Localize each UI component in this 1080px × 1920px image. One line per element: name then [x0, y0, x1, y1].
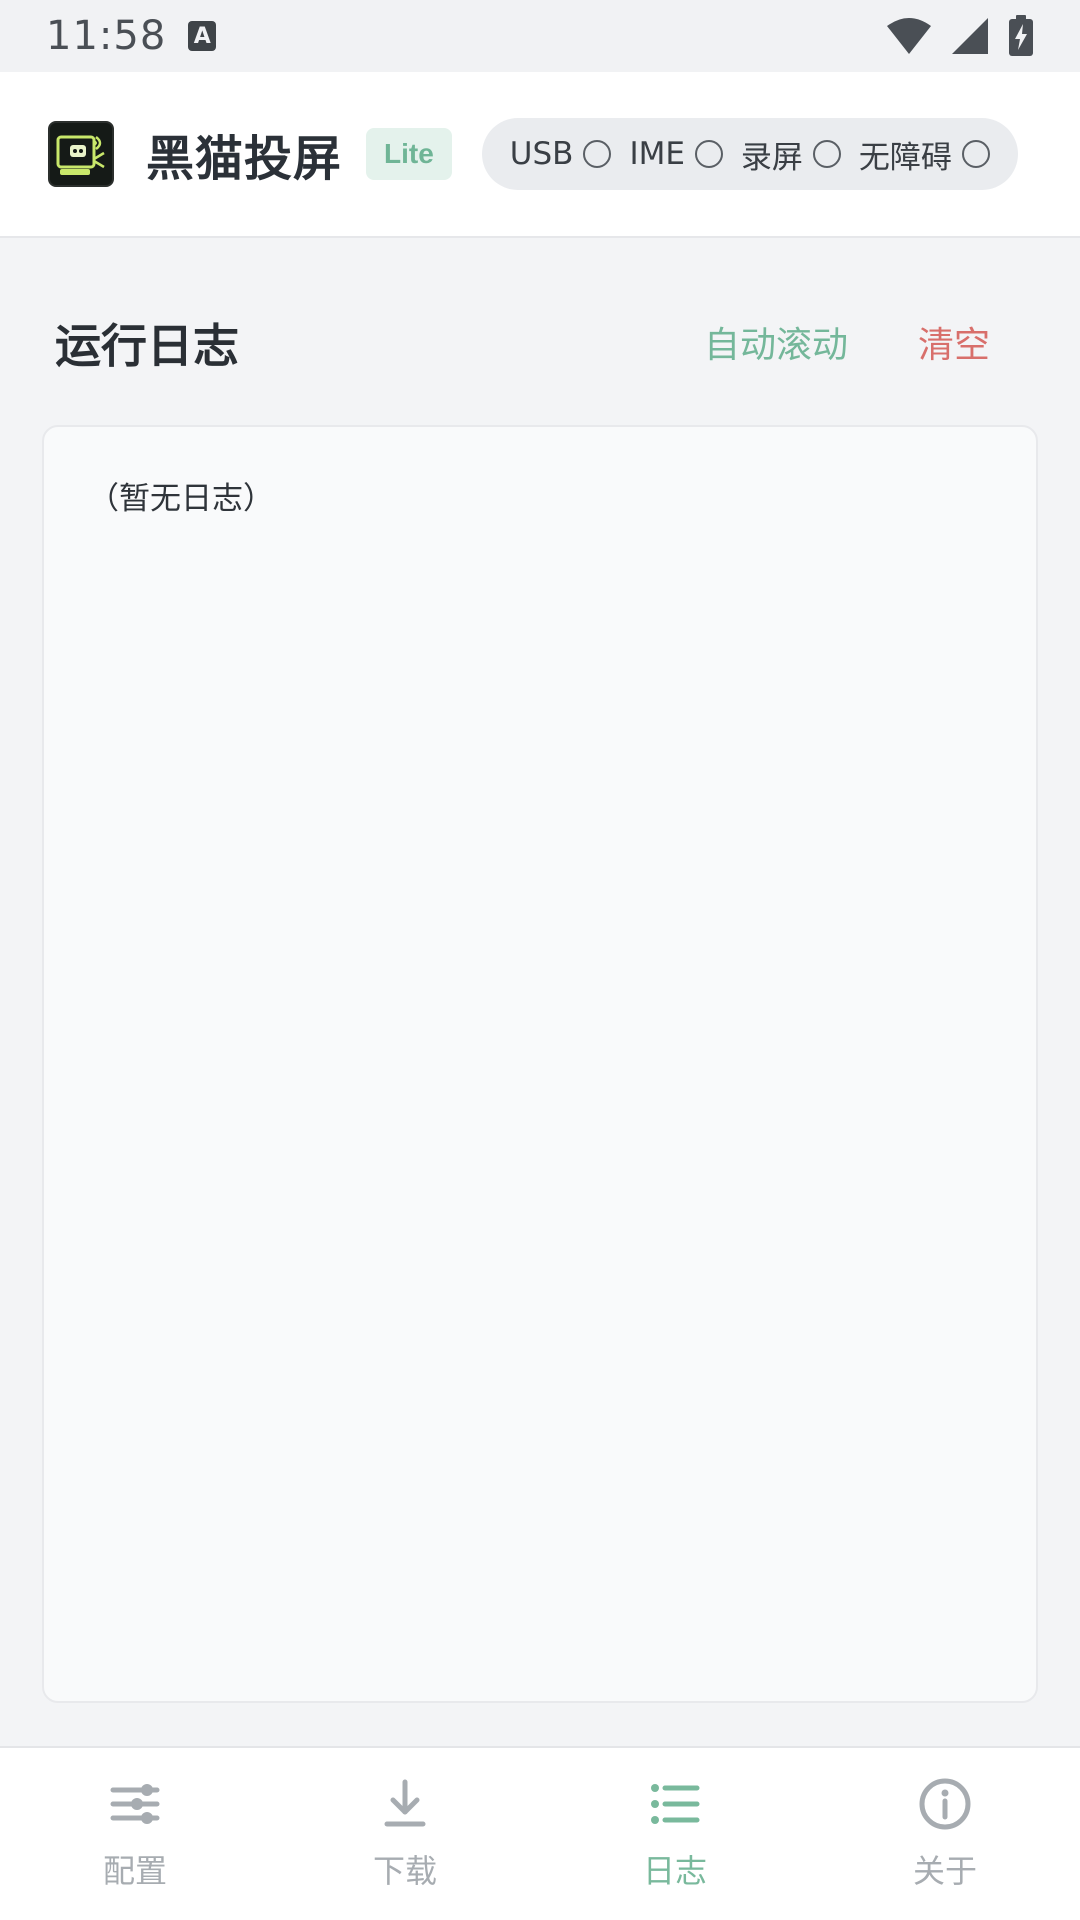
- nav-tab-download-label: 下载: [372, 1852, 437, 1890]
- auto-scroll-button[interactable]: 自动滚动: [704, 316, 848, 368]
- status-right: [886, 15, 1034, 57]
- nav-tab-config[interactable]: 配置: [0, 1748, 270, 1920]
- app-logo-icon: [48, 121, 114, 187]
- info-icon: [919, 1778, 971, 1830]
- ime-indicator-label: A: [193, 23, 211, 49]
- status-time: 11:58: [46, 13, 167, 59]
- wifi-icon: [887, 18, 931, 54]
- nav-tab-log[interactable]: 日志: [540, 1748, 810, 1920]
- ime-status-indicator-icon: [694, 140, 723, 168]
- screen-record-status-label: 录屏: [740, 139, 803, 176]
- lite-badge: Lite: [366, 128, 452, 180]
- ime-status-label: IME: [629, 136, 685, 172]
- log-empty-text: （暂无日志）: [88, 481, 274, 517]
- nav-tab-about-label: 关于: [912, 1852, 977, 1890]
- nav-tab-about[interactable]: 关于: [810, 1748, 1080, 1920]
- usb-status: USB: [510, 136, 612, 172]
- list-icon: [651, 1784, 700, 1824]
- accessibility-status: 无障碍: [859, 132, 990, 177]
- nav-tab-log-label: 日志: [642, 1852, 707, 1890]
- status-bar: 11:58 A: [0, 0, 1080, 72]
- log-panel[interactable]: （暂无日志）: [42, 425, 1038, 1703]
- ime-status: IME: [629, 136, 723, 172]
- usb-status-label: USB: [509, 136, 574, 172]
- nav-tab-download[interactable]: 下载: [270, 1748, 540, 1920]
- screen-record-status: 录屏: [741, 132, 841, 177]
- usb-status-indicator-icon: [583, 140, 612, 168]
- app-title: 黑猫投屏: [146, 131, 343, 187]
- bottom-nav: 配置 下载 日志 关于: [0, 1746, 1080, 1920]
- download-icon: [384, 1779, 426, 1827]
- cellular-signal-icon: [952, 18, 988, 54]
- section-title: 运行日志: [55, 319, 239, 373]
- battery-charging-icon: [1009, 15, 1033, 56]
- screen-record-status-indicator-icon: [812, 140, 841, 168]
- accessibility-status-indicator-icon: [961, 140, 990, 168]
- accessibility-status-label: 无障碍: [858, 139, 952, 176]
- connection-status-pill: USB IME 录屏 无障碍: [481, 118, 1018, 190]
- clear-log-button[interactable]: 清空: [918, 316, 990, 368]
- status-left: 11:58 A: [46, 13, 217, 59]
- nav-tab-config-label: 配置: [102, 1852, 167, 1890]
- app-header: 黑猫投屏 Lite USB IME 录屏 无障碍: [0, 72, 1080, 238]
- sliders-icon: [110, 1784, 160, 1824]
- keyboard-indicator-icon: A: [188, 21, 217, 51]
